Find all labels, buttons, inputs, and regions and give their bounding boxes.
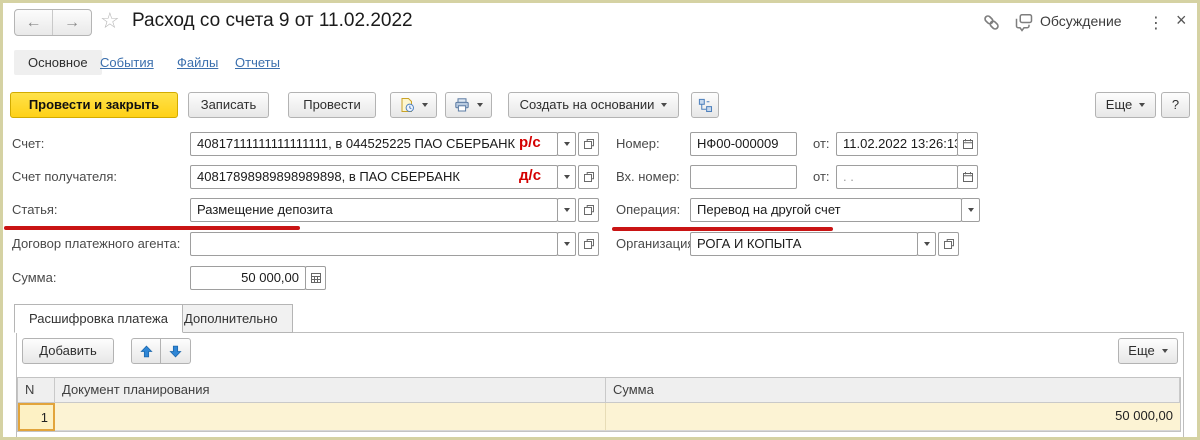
column-header-planning-doc: Документ планирования — [55, 378, 606, 403]
move-row-up-button[interactable] — [131, 338, 161, 364]
back-arrow-icon: ← — [26, 14, 42, 32]
tab-main[interactable]: Основное — [14, 50, 102, 75]
agent-contract-label: Договор платежного агента: — [12, 232, 180, 256]
date-field[interactable]: 11.02.2022 13:26:13 — [836, 132, 958, 156]
structure-icon — [698, 98, 713, 113]
item-open-button[interactable] — [578, 198, 599, 222]
tab-payment-details[interactable]: Расшифровка платежа — [14, 304, 183, 333]
recipient-account-label: Счет получателя: — [12, 165, 117, 189]
tab-events[interactable]: События — [100, 55, 154, 70]
back-button[interactable]: ← — [15, 10, 53, 35]
recipient-dropdown-button[interactable] — [557, 165, 576, 189]
move-row-down-button[interactable] — [161, 338, 191, 364]
help-button[interactable]: ? — [1161, 92, 1190, 118]
discussion-label[interactable]: Обсуждение — [1040, 13, 1122, 29]
annotation-recipient: д/с — [519, 164, 541, 188]
table-row-planning-doc-cell[interactable] — [55, 403, 606, 431]
history-nav-group: ← → — [14, 9, 92, 36]
tab-additional[interactable]: Дополнительно — [169, 304, 293, 333]
recipient-open-button[interactable] — [578, 165, 599, 189]
account-dropdown-button[interactable] — [557, 132, 576, 156]
post-and-close-button[interactable]: Провести и закрыть — [10, 92, 178, 118]
column-header-n: N — [18, 378, 55, 403]
incoming-date-label: от: — [813, 165, 830, 189]
recipient-account-field[interactable]: 40817898989898989898, в ПАО СБЕРБАНК — [190, 165, 558, 189]
print-button[interactable] — [445, 92, 492, 118]
account-open-button[interactable] — [578, 132, 599, 156]
commandbar-more-button[interactable]: Еще — [1095, 92, 1156, 118]
related-documents-button[interactable] — [691, 92, 719, 118]
arrow-up-icon — [140, 345, 153, 358]
table-row-amount-cell[interactable]: 50 000,00 — [606, 403, 1180, 431]
more-menu-icon[interactable]: ⋮ — [1148, 13, 1164, 33]
annotation-account: р/с — [519, 131, 541, 155]
calendar-icon — [962, 138, 974, 150]
post-button[interactable]: Провести — [288, 92, 376, 118]
arrow-down-icon — [169, 345, 182, 358]
calendar-icon — [962, 171, 974, 183]
document-clock-icon — [399, 97, 415, 113]
organization-label: Организация: — [616, 232, 698, 256]
page-title: Расход со счета 9 от 11.02.2022 — [132, 10, 413, 32]
agent-contract-dropdown-button[interactable] — [557, 232, 576, 256]
amount-label: Сумма: — [12, 266, 56, 290]
amount-calculator-button[interactable] — [305, 266, 326, 290]
close-icon[interactable]: × — [1176, 10, 1187, 31]
printer-icon — [454, 97, 470, 113]
annotation-underline-item — [4, 226, 300, 230]
create-based-on-button[interactable]: Создать на основании — [508, 92, 679, 118]
item-field[interactable]: Размещение депозита — [190, 198, 558, 222]
operation-dropdown-button[interactable] — [961, 198, 980, 222]
account-field[interactable]: 40817111111111111111, в 044525225 ПАО СБ… — [190, 132, 558, 156]
planning-table: N Документ планирования Сумма 1 50 000,0… — [17, 377, 1181, 432]
tab-files[interactable]: Файлы — [177, 55, 218, 70]
forward-button[interactable]: → — [53, 10, 91, 35]
tab-reports[interactable]: Отчеты — [235, 55, 280, 70]
incoming-date-field[interactable]: . . — [836, 165, 958, 189]
date-calendar-button[interactable] — [957, 132, 978, 156]
column-header-amount: Сумма — [606, 378, 1180, 403]
detail-more-button[interactable]: Еще — [1118, 338, 1178, 364]
posting-records-button[interactable] — [390, 92, 437, 118]
account-label: Счет: — [12, 132, 44, 156]
organization-dropdown-button[interactable] — [917, 232, 936, 256]
incoming-number-field[interactable] — [690, 165, 797, 189]
operation-label: Операция: — [616, 198, 680, 222]
date-label: от: — [813, 132, 830, 156]
forward-arrow-icon: → — [64, 14, 80, 32]
operation-field[interactable]: Перевод на другой счет — [690, 198, 962, 222]
amount-field[interactable]: 50 000,00 — [190, 266, 306, 290]
table-row-number-cell[interactable]: 1 — [18, 403, 55, 431]
get-link-icon[interactable] — [982, 13, 1001, 32]
agent-contract-open-button[interactable] — [578, 232, 599, 256]
add-row-button[interactable]: Добавить — [22, 338, 114, 364]
agent-contract-field[interactable] — [190, 232, 558, 256]
favorite-star-icon[interactable]: ☆ — [100, 8, 120, 34]
number-label: Номер: — [616, 132, 660, 156]
organization-field[interactable]: РОГА И КОПЫТА — [690, 232, 918, 256]
write-button[interactable]: Записать — [188, 92, 269, 118]
annotation-underline-operation — [612, 227, 833, 231]
discussion-icon[interactable] — [1014, 12, 1034, 32]
calculator-icon — [310, 272, 322, 284]
item-label: Статья: — [12, 198, 58, 222]
organization-open-button[interactable] — [938, 232, 959, 256]
row-move-group — [131, 338, 191, 364]
item-dropdown-button[interactable] — [557, 198, 576, 222]
incoming-date-calendar-button[interactable] — [957, 165, 978, 189]
incoming-number-label: Вх. номер: — [616, 165, 680, 189]
number-field[interactable]: НФ00-000009 — [690, 132, 797, 156]
